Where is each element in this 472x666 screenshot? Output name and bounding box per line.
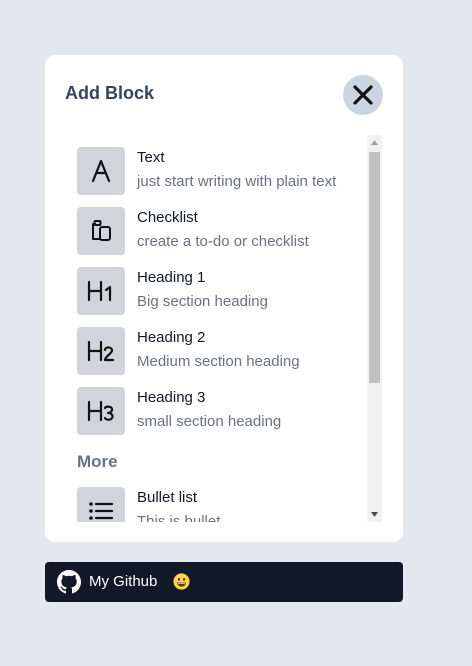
block-title: Heading 2: [137, 329, 206, 346]
block-title: Checklist: [137, 209, 198, 226]
block-option-heading-1[interactable]: Heading 1 Big section heading: [77, 267, 365, 315]
letter-a-icon: [77, 147, 125, 195]
block-subtitle: create a to-do or checklist: [137, 233, 309, 250]
block-list-container: Text just start writing with plain text …: [65, 135, 383, 522]
scroll-thumb[interactable]: [369, 152, 380, 383]
block-option-checklist[interactable]: Checklist create a to-do or checklist: [77, 207, 365, 255]
block-option-text[interactable]: Text just start writing with plain text: [77, 147, 365, 195]
block-option-heading-3[interactable]: Heading 3 small section heading: [77, 387, 365, 435]
section-label-more: More: [77, 452, 118, 471]
close-icon: [353, 85, 373, 105]
block-title: Heading 3: [137, 389, 206, 406]
bullet-list-icon: [77, 487, 125, 522]
heading-2-icon: [77, 327, 125, 375]
heading-3-icon: [77, 387, 125, 435]
scroll-up-arrow[interactable]: [367, 135, 382, 150]
heading-1-icon: [77, 267, 125, 315]
grinning-face-emoji: [173, 573, 190, 590]
panel-title: Add Block: [65, 83, 155, 103]
scroll-down-arrow[interactable]: [367, 507, 382, 522]
block-title: Text: [137, 149, 165, 166]
close-button[interactable]: [343, 75, 383, 115]
block-list[interactable]: Text just start writing with plain text …: [65, 135, 365, 522]
block-title: Bullet list: [137, 489, 198, 506]
block-subtitle: small section heading: [137, 413, 282, 430]
block-subtitle: Medium section heading: [137, 353, 300, 370]
add-block-panel: Add Block Text just start writing with p…: [45, 55, 403, 542]
block-option-bullet-list[interactable]: Bullet list This is bullet: [77, 487, 365, 522]
block-subtitle: Big section heading: [137, 293, 268, 310]
block-option-heading-2[interactable]: Heading 2 Medium section heading: [77, 327, 365, 375]
github-button[interactable]: My Github: [45, 562, 403, 602]
list-scrollbar[interactable]: [367, 135, 382, 522]
block-subtitle: This is bullet: [137, 513, 221, 522]
block-subtitle: just start writing with plain text: [137, 173, 337, 190]
github-label: My Github: [89, 573, 158, 590]
github-icon: [57, 570, 81, 594]
block-title: Heading 1: [137, 269, 206, 286]
clipboard-icon: [77, 207, 125, 255]
